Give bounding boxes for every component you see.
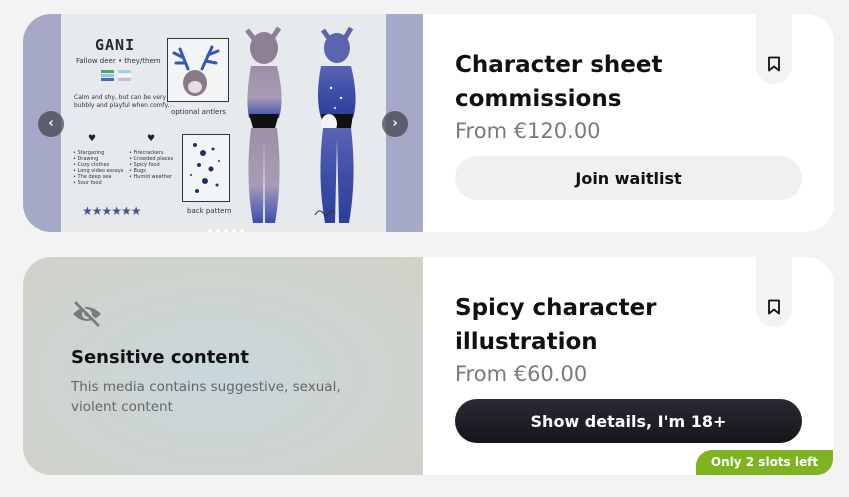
likes-list: • Stargazing • Drawing • Cozy clothes • …	[73, 150, 124, 186]
flag-stripe	[101, 70, 114, 73]
artist-signature-mark	[314, 210, 336, 216]
commission-title: Character sheet commissions	[455, 52, 663, 112]
dislikes-broken-heart-icon: ♥	[147, 134, 156, 144]
slots-left-badge: Only 2 slots left	[696, 450, 833, 475]
sensitive-content-title: Sensitive content	[71, 347, 249, 368]
flag-stripe	[101, 78, 114, 81]
commission-title: Spicy character illustration	[455, 295, 657, 355]
sensitive-content-description: This media contains suggestive, sexual, …	[71, 379, 341, 415]
back-pattern-box	[182, 134, 230, 202]
artist-signature	[313, 206, 337, 220]
flag-stripe	[101, 74, 114, 77]
show-details-adult-button[interactable]: Show details, I'm 18+	[455, 399, 802, 443]
join-waitlist-button[interactable]: Join waitlist	[455, 156, 802, 200]
rating-stars: ★★★★★★	[82, 204, 142, 218]
character-illustration	[245, 26, 356, 223]
eye-off-icon	[73, 301, 101, 327]
flag-stripe	[118, 78, 131, 81]
media-carousel[interactable]: GANI Fallow deer • they/them Calm and sh…	[23, 14, 423, 232]
bookmark-button[interactable]	[756, 257, 792, 327]
carousel-prev-button[interactable]: ‹	[38, 111, 64, 137]
commission-card-character-sheet: GANI Fallow deer • they/them Calm and sh…	[23, 14, 834, 232]
bookmark-icon	[768, 299, 780, 315]
flag-stripe	[118, 70, 131, 73]
flag-stripe	[118, 74, 131, 77]
dislikes-list: • Firecrackers • Crowded places • Spicy …	[129, 150, 174, 180]
commission-price: From €120.00	[455, 119, 601, 143]
sensitive-media-cover[interactable]: Sensitive content This media contains su…	[23, 257, 423, 475]
constellation-pattern	[190, 143, 220, 193]
antlers-drawing	[172, 45, 220, 96]
reference-sheet-image: GANI Fallow deer • they/them Calm and sh…	[61, 14, 386, 232]
commission-price: From €60.00	[455, 362, 588, 386]
bookmark-icon	[768, 56, 780, 72]
likes-heart-icon: ♥	[88, 134, 97, 144]
antlers-detail-box	[167, 38, 229, 102]
bookmark-button[interactable]	[756, 14, 792, 84]
commission-card-spicy-illustration: Sensitive content This media contains su…	[23, 257, 834, 475]
pattern-caption: back pattern	[187, 207, 232, 215]
sheet-subtitle: Fallow deer • they/them	[76, 57, 161, 65]
sheet-description: Calm and shy, but can be very bubbly and…	[74, 94, 170, 109]
sheet-character-name: GANI	[95, 36, 136, 54]
antlers-caption: optional antlers	[171, 108, 226, 116]
carousel-dots[interactable]: ● ● ● ● ●	[208, 228, 245, 232]
carousel-next-button[interactable]: ›	[382, 111, 408, 137]
